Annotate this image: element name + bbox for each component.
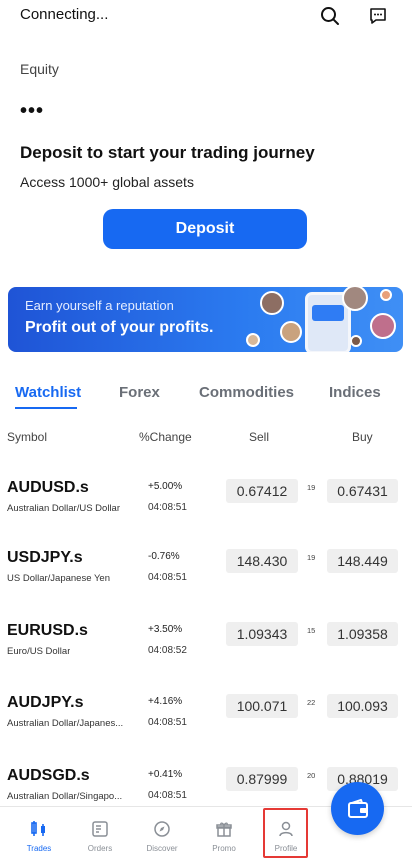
avatar [342, 287, 368, 311]
nav-label: Promo [212, 844, 236, 853]
row-spread: 19 [307, 553, 316, 562]
column-header-change: %Change [139, 430, 192, 444]
tab-indices[interactable]: Indices [329, 384, 381, 401]
row-time: 04:08:51 [148, 572, 187, 583]
row-description: Australian Dollar/Singapo... [7, 791, 123, 802]
promo-banner[interactable]: Earn yourself a reputation Profit out of… [8, 287, 403, 352]
buy-price-button[interactable]: 0.67431 [327, 479, 398, 503]
row-description: Australian Dollar/Japanes... [7, 718, 124, 729]
row-change: +5.00% [148, 481, 183, 492]
banner-tagline: Earn yourself a reputation [25, 298, 174, 313]
row-description: Australian Dollar/US Dollar [7, 503, 120, 514]
row-symbol: EURUSD.s [7, 622, 88, 639]
avatar [350, 335, 362, 347]
nav-promo[interactable]: Promo [194, 807, 254, 863]
chat-icon [370, 8, 386, 24]
nav-label: Orders [87, 844, 113, 853]
row-change: +0.41% [148, 769, 183, 780]
equity-value-hidden[interactable]: ••• [20, 101, 44, 121]
table-row[interactable]: USDJPY.s US Dollar/Japanese Yen -0.76% 0… [0, 549, 412, 621]
buy-price-button[interactable]: 100.093 [327, 694, 398, 718]
search-button[interactable] [318, 4, 342, 28]
discover-icon [151, 818, 173, 840]
row-time: 04:08:52 [148, 645, 187, 656]
profile-highlight-box [263, 808, 308, 858]
nav-trades[interactable]: Trades [9, 807, 69, 863]
row-change: +4.16% [148, 696, 183, 707]
avatar [380, 289, 392, 301]
row-spread: 22 [307, 698, 316, 707]
banner-headline: Profit out of your profits. [25, 319, 214, 336]
sell-price-button[interactable]: 148.430 [226, 549, 298, 573]
avatar [280, 321, 302, 343]
chat-button[interactable] [366, 4, 390, 28]
orders-icon [89, 818, 111, 840]
row-symbol: AUDUSD.s [7, 479, 89, 496]
connection-status: Connecting... [20, 6, 109, 23]
row-spread: 15 [307, 626, 316, 635]
avatar [370, 313, 396, 339]
row-spread: 20 [307, 771, 316, 780]
column-header-buy: Buy [352, 430, 373, 444]
trades-icon [28, 818, 50, 840]
deposit-subtitle: Access 1000+ global assets [20, 174, 194, 190]
sell-price-button[interactable]: 100.071 [226, 694, 298, 718]
buy-price-button[interactable]: 1.09358 [327, 622, 398, 646]
nav-orders[interactable]: Orders [70, 807, 130, 863]
nav-label: Discover [146, 844, 178, 853]
nav-label: Trades [26, 844, 52, 853]
promo-icon [213, 818, 235, 840]
table-row[interactable]: AUDJPY.s Australian Dollar/Japanes... +4… [0, 694, 412, 766]
search-icon [321, 7, 339, 25]
table-row[interactable]: EURUSD.s Euro/US Dollar +3.50% 04:08:52 … [0, 622, 412, 694]
buy-price-button[interactable]: 148.449 [327, 549, 398, 573]
nav-discover[interactable]: Discover [132, 807, 192, 863]
deposit-title: Deposit to start your trading journey [20, 143, 315, 162]
column-header-sell: Sell [249, 430, 270, 444]
wallet-fab-button[interactable] [331, 782, 384, 835]
deposit-button[interactable]: Deposit [103, 209, 307, 249]
sell-price-button[interactable]: 0.87999 [226, 767, 298, 791]
tab-commodities[interactable]: Commodities [199, 384, 294, 401]
tab-watchlist[interactable]: Watchlist [15, 384, 81, 401]
row-description: Euro/US Dollar [7, 646, 71, 657]
row-change: -0.76% [148, 551, 180, 562]
row-spread: 19 [307, 483, 316, 492]
wallet-icon [347, 798, 368, 818]
top-bar: Connecting... [0, 0, 412, 34]
avatar [260, 291, 284, 315]
tab-forex[interactable]: Forex [119, 384, 160, 401]
row-symbol: AUDSGD.s [7, 767, 90, 784]
row-time: 04:08:51 [148, 717, 187, 728]
table-row[interactable]: AUDUSD.s Australian Dollar/US Dollar +5.… [0, 479, 412, 551]
market-tabs: Watchlist Forex Commodities Indices [0, 380, 412, 409]
row-symbol: AUDJPY.s [7, 694, 84, 711]
sell-price-button[interactable]: 0.67412 [226, 479, 298, 503]
equity-label: Equity [20, 61, 59, 77]
active-tab-indicator [15, 407, 77, 409]
row-time: 04:08:51 [148, 502, 187, 513]
sell-price-button[interactable]: 1.09343 [226, 622, 298, 646]
row-change: +3.50% [148, 624, 183, 635]
avatar [246, 333, 260, 347]
row-description: US Dollar/Japanese Yen [7, 573, 110, 584]
row-time: 04:08:51 [148, 790, 187, 801]
column-header-symbol: Symbol [7, 430, 48, 444]
row-symbol: USDJPY.s [7, 549, 83, 566]
